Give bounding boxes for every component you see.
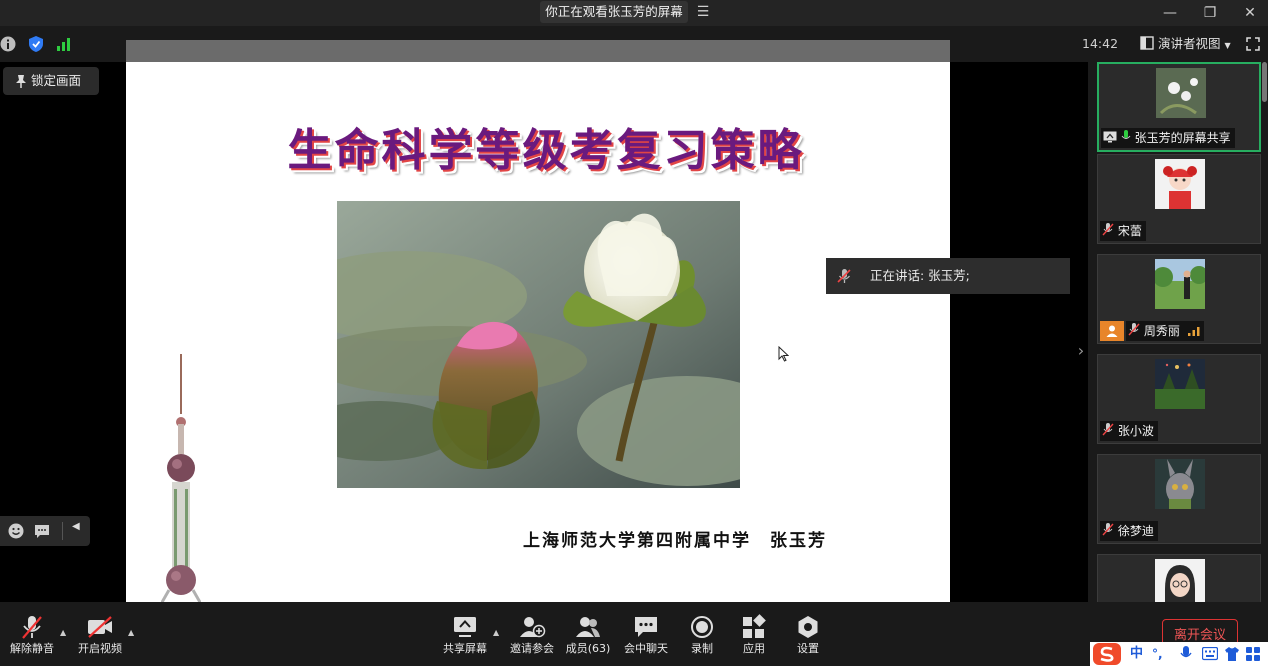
lotus-photo — [337, 201, 740, 488]
participant-name: 张小波 — [1117, 424, 1154, 438]
ime-punct-label[interactable]: °, — [1152, 642, 1163, 666]
shield-icon[interactable] — [28, 35, 44, 53]
layout-icon — [1140, 36, 1154, 50]
emoji-icon[interactable] — [8, 523, 24, 539]
screen-share-icon — [454, 617, 476, 637]
tile-label: 宋蕾 — [1100, 221, 1146, 241]
chat-button[interactable]: 会中聊天 — [614, 614, 678, 662]
avatar — [1155, 259, 1205, 309]
mouse-cursor-icon — [778, 346, 789, 362]
shared-slide: 生命科学等级考复习策略 上海师范大学第四附属中学 张玉芳 — [126, 62, 950, 602]
collapse-left-icon[interactable]: ◀ — [72, 521, 80, 532]
speaking-text: 正在讲话: 张玉芳; — [870, 268, 970, 283]
window-title: 你正在观看张玉芳的屏幕 — [540, 1, 688, 23]
participant-name: 张玉芳的屏幕共享 — [1134, 131, 1231, 145]
fullscreen-icon[interactable] — [1246, 37, 1260, 51]
participant-tile[interactable]: 周秀丽 — [1097, 254, 1261, 344]
participant-tile[interactable]: 宋蕾 — [1097, 154, 1261, 244]
mic-muted-icon — [1102, 523, 1114, 536]
mic-muted-icon — [1128, 323, 1140, 336]
list-menu-icon[interactable]: ☰ — [693, 3, 713, 21]
share-screen-label: 共享屏幕 — [443, 642, 487, 655]
members-label: 成员(63) — [565, 642, 611, 655]
divider — [62, 522, 63, 540]
gallery-scrollbar[interactable] — [1262, 62, 1267, 102]
chat-icon — [635, 617, 657, 637]
chevron-up-icon[interactable]: ▲ — [128, 628, 138, 638]
settings-button[interactable]: 设置 — [776, 614, 840, 662]
add-user-icon — [520, 617, 546, 638]
participant-tile[interactable]: 张玉芳的屏幕共享 — [1097, 62, 1261, 152]
apps-icon — [743, 614, 766, 638]
avatar — [1155, 159, 1205, 209]
mic-muted-icon — [1102, 223, 1114, 236]
mic-muted-icon — [837, 269, 851, 283]
participant-tile[interactable]: 徐梦迪 — [1097, 454, 1261, 544]
invite-label: 邀请参会 — [510, 642, 554, 655]
signal-bars-icon — [57, 38, 70, 51]
invite-button[interactable]: 邀请参会 — [500, 614, 564, 662]
settings-label: 设置 — [797, 642, 819, 655]
mic-muted-icon — [22, 616, 42, 639]
tile-label: 周秀丽 — [1126, 321, 1204, 341]
title-bar: 你正在观看张玉芳的屏幕 ☰ — ❐ ✕ — [0, 0, 1268, 26]
slide-title: 生命科学等级考复习策略 — [287, 125, 805, 176]
speaking-indicator: 正在讲话: 张玉芳; — [826, 258, 1070, 294]
unmute-label: 解除静音 — [10, 642, 54, 655]
info-icon[interactable] — [0, 36, 16, 52]
minimize-icon[interactable]: — — [1156, 3, 1184, 23]
skin-shirt-icon[interactable] — [1224, 647, 1240, 661]
participant-name: 宋蕾 — [1117, 224, 1142, 238]
view-mode-dropdown[interactable]: 演讲者视图 ▼ — [1140, 34, 1231, 54]
participant-tile[interactable]: 张小波 — [1097, 354, 1261, 444]
user-avatar-badge — [1100, 321, 1124, 341]
comment-icon[interactable] — [34, 523, 50, 539]
ime-toolbar: 中 °, — [1090, 642, 1268, 666]
mic-icon — [1121, 130, 1131, 139]
tile-label: 徐梦迪 — [1100, 521, 1158, 541]
signal-bars-icon — [1187, 327, 1200, 336]
start-video-label: 开启视频 — [78, 642, 122, 655]
lock-screen-label: 锁定画面 — [31, 73, 82, 88]
share-screen-button[interactable]: 共享屏幕 — [433, 614, 497, 662]
unmute-button[interactable]: 解除静音 — [0, 614, 64, 662]
chevron-right-icon[interactable]: › — [1074, 340, 1088, 362]
avatar — [1156, 68, 1206, 118]
grid-menu-icon[interactable] — [1246, 647, 1260, 661]
slide-author: 上海师范大学第四附属中学 张玉芳 — [523, 531, 827, 551]
tile-label: 张玉芳的屏幕共享 — [1101, 128, 1235, 148]
avatar — [1155, 359, 1205, 409]
user-icon — [1106, 325, 1118, 337]
users-icon — [576, 617, 600, 637]
screen-share-icon — [1103, 131, 1117, 143]
chat-label: 会中聊天 — [624, 642, 668, 655]
gear-icon — [798, 616, 818, 638]
start-video-button[interactable]: 开启视频 — [68, 614, 132, 662]
participant-name: 徐梦迪 — [1117, 524, 1154, 538]
slide-top-strip — [126, 40, 950, 62]
close-icon[interactable]: ✕ — [1236, 3, 1264, 23]
lock-screen-button[interactable]: 锁定画面 — [3, 67, 99, 95]
record-icon — [691, 616, 713, 638]
participant-gallery: 张玉芳的屏幕共享 宋蕾 周秀丽 张小波 徐梦迪 — [1090, 62, 1268, 602]
chevron-down-icon: ▼ — [1224, 41, 1231, 50]
participant-name: 周秀丽 — [1143, 324, 1180, 338]
pin-icon — [16, 75, 26, 88]
restore-icon[interactable]: ❐ — [1196, 3, 1224, 23]
video-off-icon — [88, 616, 112, 638]
mic-muted-icon — [1102, 423, 1114, 436]
avatar — [1155, 559, 1205, 602]
view-mode-label: 演讲者视图 — [1157, 36, 1221, 51]
mic-icon[interactable] — [1180, 646, 1192, 662]
side-tools: ◀ — [0, 516, 90, 546]
clock-time: 14:42 — [1082, 36, 1119, 51]
sogou-logo-icon[interactable] — [1092, 642, 1122, 666]
avatar — [1155, 459, 1205, 509]
members-button[interactable]: 成员(63) — [556, 614, 620, 662]
ime-lang-label[interactable]: 中 — [1130, 642, 1143, 666]
keyboard-icon[interactable] — [1202, 647, 1218, 661]
pearl-tower-illustration — [161, 354, 201, 602]
tile-label: 张小波 — [1100, 421, 1158, 441]
participant-tile[interactable] — [1097, 554, 1261, 602]
